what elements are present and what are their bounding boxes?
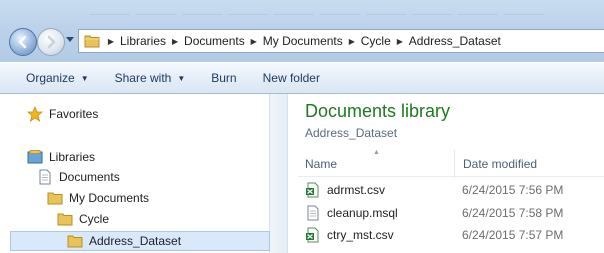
burn-button[interactable]: Burn [202, 71, 245, 85]
back-arrow-icon [18, 35, 27, 49]
nav-item-documents[interactable]: Documents [37, 167, 120, 187]
nav-item-label: Address_Dataset [89, 234, 182, 248]
window-header: ▶ Libraries ▶ Documents ▶ My Documents ▶… [0, 0, 604, 62]
breadcrumb-separator-icon[interactable]: ▶ [167, 37, 183, 46]
file-row[interactable]: ctry_mst.csv 6/24/2015 7:57 PM [305, 225, 604, 245]
libraries-icon [27, 149, 43, 165]
column-divider[interactable] [454, 150, 455, 178]
forward-arrow-icon [47, 35, 56, 49]
excel-csv-icon [305, 227, 321, 243]
column-header-date-modified[interactable]: Date modified [463, 152, 537, 176]
nav-item-label: Cycle [79, 212, 110, 226]
file-row[interactable]: cleanup.msql 6/24/2015 7:58 PM [305, 203, 604, 223]
documents-icon [37, 169, 53, 185]
command-bar: Organize ▼ Share with ▼ Burn New folder [0, 62, 604, 94]
nav-item-cycle[interactable]: Cycle [57, 209, 109, 229]
organize-label: Organize [26, 71, 75, 85]
nav-item-label: Libraries [49, 150, 96, 164]
chevron-down-icon: ▼ [80, 73, 89, 83]
pane-splitter[interactable] [270, 94, 288, 253]
nav-item-label: My Documents [69, 191, 150, 205]
chevron-down-icon: ▼ [177, 73, 186, 83]
breadcrumb-cycle[interactable]: Cycle [360, 34, 392, 48]
excel-csv-icon [305, 182, 321, 198]
breadcrumb-address-dataset[interactable]: Address_Dataset [408, 34, 502, 48]
recent-pages-dropdown-icon[interactable] [66, 37, 74, 43]
file-name: ctry_mst.csv [327, 228, 394, 242]
file-row[interactable]: adrmst.csv 6/24/2015 7:56 PM [305, 180, 604, 200]
file-date: 6/24/2015 7:58 PM [462, 206, 564, 220]
nav-item-favorites[interactable]: Favorites [26, 104, 99, 124]
nav-item-label: Documents [59, 170, 120, 184]
star-icon [26, 105, 44, 122]
forward-button[interactable] [37, 28, 65, 56]
back-button[interactable] [9, 28, 37, 56]
share-with-label: Share with [114, 71, 172, 85]
file-list-pane: Documents library Address_Dataset ▲ Name… [288, 94, 604, 253]
column-header-name[interactable]: Name [305, 152, 337, 176]
folder-icon [67, 233, 83, 249]
folder-icon [57, 211, 73, 227]
folder-icon [84, 35, 100, 48]
burn-label: Burn [211, 71, 237, 85]
new-folder-label: New folder [262, 71, 320, 85]
breadcrumb-documents[interactable]: Documents [183, 34, 246, 48]
address-bar[interactable]: ▶ Libraries ▶ Documents ▶ My Documents ▶… [78, 29, 604, 53]
breadcrumb-libraries[interactable]: Libraries [119, 34, 167, 48]
breadcrumb-my-documents[interactable]: My Documents [262, 34, 344, 48]
library-title: Documents library [305, 101, 451, 121]
share-with-button[interactable]: Share with ▼ [106, 71, 195, 85]
nav-item-libraries[interactable]: Libraries [27, 147, 95, 167]
sort-ascending-icon: ▲ [373, 149, 380, 156]
file-date: 6/24/2015 7:56 PM [462, 183, 564, 197]
header-divider [298, 176, 604, 177]
nav-item-label: Favorites [49, 107, 99, 121]
file-date: 6/24/2015 7:57 PM [462, 228, 564, 242]
nav-item-my-documents[interactable]: My Documents [47, 188, 149, 208]
background-window-blur [90, 0, 604, 22]
breadcrumb-separator-icon[interactable]: ▶ [246, 37, 262, 46]
nav-item-address-dataset[interactable]: Address_Dataset [10, 231, 270, 251]
folder-icon [47, 190, 63, 206]
navigation-pane: Favorites Libraries Documents My Documen… [0, 94, 270, 253]
organize-button[interactable]: Organize ▼ [17, 71, 98, 85]
library-subtitle: Address_Dataset [305, 126, 398, 140]
breadcrumb-separator-icon[interactable]: ▶ [103, 37, 119, 46]
breadcrumb: ▶ Libraries ▶ Documents ▶ My Documents ▶… [103, 30, 502, 52]
file-name: adrmst.csv [327, 183, 386, 197]
breadcrumb-separator-icon[interactable]: ▶ [392, 37, 408, 46]
file-name: cleanup.msql [327, 206, 398, 220]
new-folder-button[interactable]: New folder [254, 71, 329, 85]
breadcrumb-separator-icon[interactable]: ▶ [344, 37, 360, 46]
text-file-icon [305, 205, 321, 221]
